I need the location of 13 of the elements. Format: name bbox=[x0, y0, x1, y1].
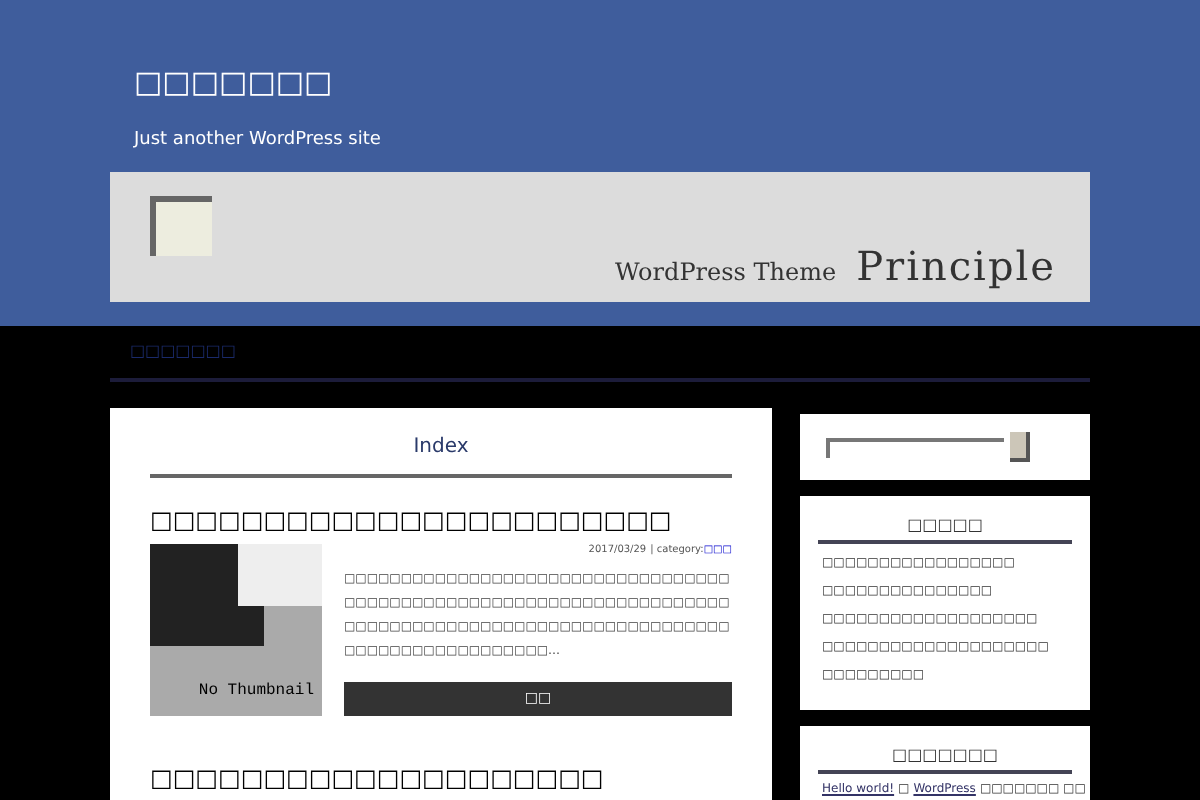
banner-subtitle: WordPress Theme bbox=[615, 256, 837, 290]
post-title[interactable]: □□□□□□□□□□□□□□□□□□□□ bbox=[150, 762, 604, 794]
search-button[interactable] bbox=[1010, 432, 1030, 462]
index-heading: Index bbox=[413, 436, 469, 458]
site-title[interactable]: □□□□□□□ bbox=[134, 64, 333, 100]
widget-heading: □□□□□□□ bbox=[892, 746, 998, 764]
search-field[interactable] bbox=[826, 437, 1004, 457]
logo-icon bbox=[150, 196, 212, 256]
post-title[interactable]: □□□□□□□□□□□□□□□□□□□□□□□ bbox=[150, 504, 672, 536]
site-tagline: Just another WordPress site bbox=[134, 128, 381, 152]
banner-title: Principle bbox=[856, 242, 1056, 290]
thumbnail-caption: No Thumbnail bbox=[198, 680, 314, 704]
widget-heading: □□□□□ bbox=[907, 516, 983, 534]
